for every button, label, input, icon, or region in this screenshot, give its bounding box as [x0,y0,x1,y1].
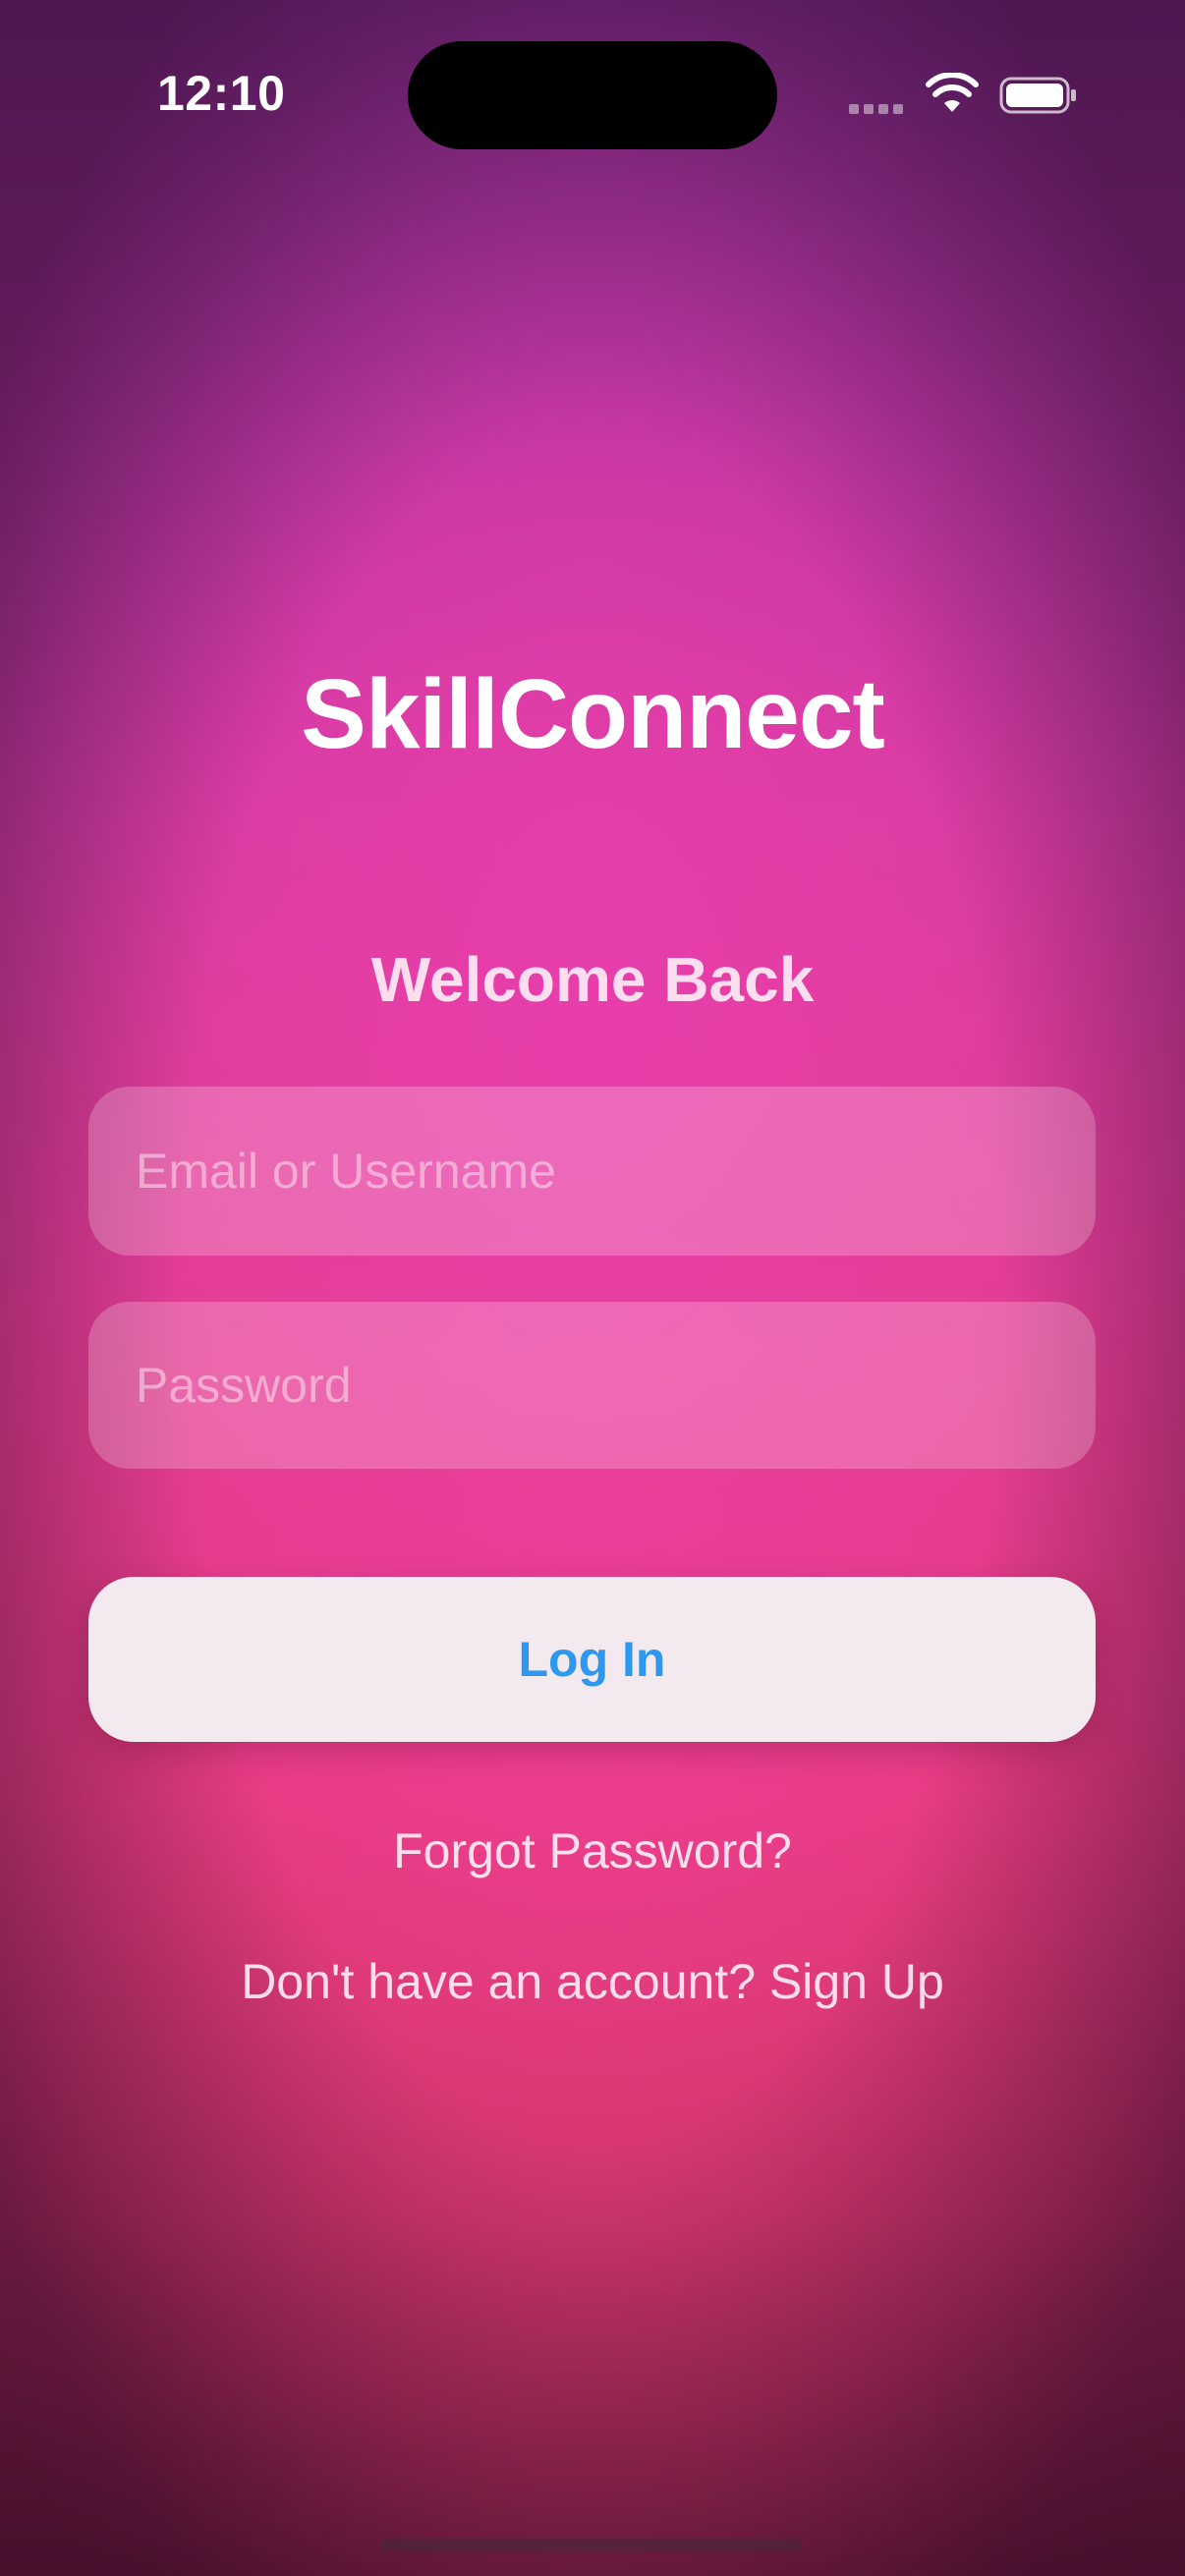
login-button[interactable]: Log In [88,1577,1096,1742]
forgot-password-link[interactable]: Forgot Password? [0,1822,1185,1879]
welcome-subtitle: Welcome Back [370,944,815,1015]
status-time: 12:10 [157,66,286,121]
cellular-signal-icon [849,104,903,114]
dynamic-island [408,41,777,149]
home-indicator [381,2539,802,2552]
login-screen: 12:10 SkillConnect Welcome Back Log In F… [0,0,1185,2576]
background-vignette [0,0,1185,2576]
password-input[interactable] [88,1302,1096,1469]
signup-link[interactable]: Don't have an account? Sign Up [0,1953,1185,2010]
app-title: SkillConnect [301,659,885,769]
email-username-input[interactable] [88,1087,1096,1256]
wifi-icon [926,73,979,112]
battery-icon [999,77,1076,114]
